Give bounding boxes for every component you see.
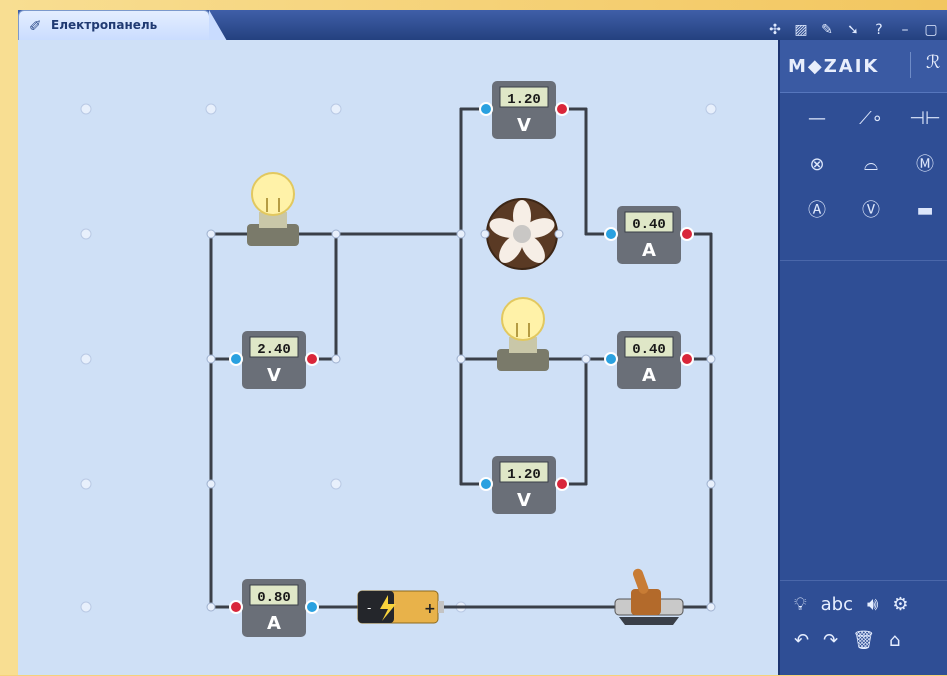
panel-divider — [780, 260, 947, 261]
tab-electropanel[interactable]: ✐ Електропанель — [18, 10, 227, 41]
ammeter-lamp-value: 0.40 — [632, 342, 666, 358]
pointer-icon[interactable]: ➘ — [845, 21, 861, 39]
circuit-board[interactable]: 1.20 V 0.40 A 2.40 V 0.40 A 1.20 V 0.80 … — [18, 40, 778, 675]
circuit-diagram[interactable]: 1.20 V 0.40 A 2.40 V 0.40 A 1.20 V 0.80 … — [18, 40, 778, 675]
voltmeter-bottom-value: 1.20 — [507, 467, 541, 483]
resistor-icon[interactable]: ▬ — [898, 198, 947, 224]
battery-icon[interactable]: ⊣⊢ — [898, 106, 947, 132]
bottom-row-2: ↶ ↷ 🗑︎ ⌂ — [780, 617, 947, 653]
wire-icon[interactable]: — — [790, 106, 844, 132]
undo-icon[interactable]: ↶ — [794, 629, 809, 653]
scribble-icon[interactable]: ℛ — [926, 52, 940, 73]
lamp-middle[interactable] — [497, 297, 549, 371]
logo-separator — [910, 52, 911, 78]
maximize-icon[interactable]: ▢ — [923, 21, 939, 39]
text-tool[interactable]: abc — [821, 593, 853, 617]
voltmeter-icon[interactable]: Ⓥ — [844, 198, 898, 224]
ammeter-icon[interactable]: Ⓐ — [790, 198, 844, 224]
fan-motor[interactable] — [480, 198, 564, 270]
switch[interactable] — [614, 567, 684, 625]
battery[interactable]: - + — [357, 590, 444, 624]
ammeter-fan-value: 0.40 — [632, 217, 666, 233]
voltmeter-left-value: 2.40 — [257, 342, 291, 358]
minimize-icon[interactable]: – — [897, 21, 913, 39]
toolbar-icons: ✣ ▨ ✎ ➘ ? – ▢ — [767, 21, 939, 39]
component-panel: M◆ZAIK ℛ — ⟋∘ ⊣⊢ ⊗ ⌓ Ⓜ Ⓐ Ⓥ ▬ 💡︎ abc 🔊︎ ⚙… — [778, 40, 947, 675]
ammeter-main[interactable]: 0.80 A — [229, 579, 319, 637]
trash-icon[interactable]: 🗑︎ — [852, 629, 875, 653]
bottom-row-1: 💡︎ abc 🔊︎ ⚙ — [780, 581, 947, 617]
sound-icon[interactable]: 🔊︎ — [867, 593, 878, 617]
panel-bottom: 💡︎ abc 🔊︎ ⚙ ↶ ↷ 🗑︎ ⌂ — [780, 580, 947, 676]
voltmeter-left[interactable]: 2.40 V — [229, 331, 319, 389]
voltmeter-left-unit: V — [267, 365, 281, 386]
redo-icon[interactable]: ↷ — [823, 629, 838, 653]
share-icon[interactable]: ✣ — [767, 21, 783, 39]
home-icon[interactable]: ⌂ — [889, 629, 900, 653]
bulb-tool-icon[interactable]: 💡︎ — [794, 593, 807, 617]
voltmeter-top[interactable]: 1.20 V — [479, 81, 569, 139]
bell-icon[interactable]: ⌓ — [844, 152, 898, 178]
ammeter-main-value: 0.80 — [257, 590, 291, 606]
ammeter-lamp-unit: A — [642, 365, 656, 386]
voltmeter-top-value: 1.20 — [507, 92, 541, 108]
switch-icon[interactable]: ⟋∘ — [844, 106, 898, 132]
battery-plus: + — [424, 601, 436, 617]
gallery-icon[interactable]: ▨ — [793, 21, 809, 39]
help-icon[interactable]: ? — [871, 21, 887, 39]
tab-title: Електропанель — [51, 18, 158, 32]
pen-icon[interactable]: ✎ — [819, 21, 835, 39]
ammeter-fan[interactable]: 0.40 A — [604, 206, 694, 264]
voltmeter-top-unit: V — [517, 115, 531, 136]
ammeter-fan-unit: A — [642, 240, 656, 261]
battery-minus: - — [367, 601, 371, 615]
ammeter-main-unit: A — [267, 613, 281, 634]
lamp-icon[interactable]: ⊗ — [790, 152, 844, 178]
voltmeter-bottom-unit: V — [517, 490, 531, 511]
component-grid: — ⟋∘ ⊣⊢ ⊗ ⌓ Ⓜ Ⓐ Ⓥ ▬ — [790, 106, 947, 224]
logo-row: M◆ZAIK ℛ — [780, 40, 947, 93]
motor-icon[interactable]: Ⓜ — [898, 152, 947, 178]
lamp-left[interactable] — [247, 172, 299, 246]
mozaik-logo: M◆ZAIK — [788, 56, 880, 77]
voltmeter-bottom[interactable]: 1.20 V — [479, 456, 569, 514]
ammeter-lamp[interactable]: 0.40 A — [604, 331, 694, 389]
wand-icon: ✐ — [29, 17, 42, 35]
settings-icon[interactable]: ⚙ — [892, 593, 908, 617]
